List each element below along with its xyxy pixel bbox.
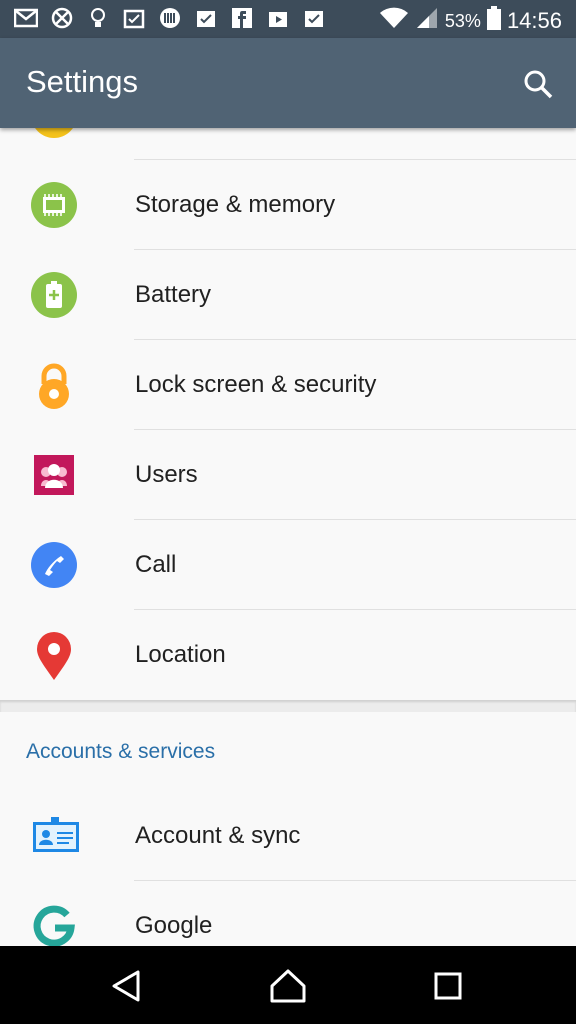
settings-item-label: Account & sync (135, 822, 301, 849)
calendar-icon (122, 6, 146, 30)
settings-item-lock-screen[interactable]: Lock screen & security (0, 340, 576, 430)
settings-item-label: Call (135, 551, 177, 578)
location-pin-icon (31, 632, 77, 680)
recents-icon[interactable] (428, 966, 468, 1006)
facebook-icon (230, 6, 254, 30)
settings-item-call[interactable]: Call (0, 520, 576, 610)
back-icon[interactable] (108, 966, 148, 1006)
settings-item-label: Storage & memory (135, 191, 336, 218)
home-icon[interactable] (268, 966, 308, 1006)
settings-item-storage[interactable]: Storage & memory (0, 160, 576, 250)
google-icon (31, 903, 77, 949)
section-divider (0, 700, 576, 712)
account-card-icon (31, 813, 79, 859)
page-title: Settings (26, 64, 139, 99)
device-card: Storage & memory Battery Lock screen & s… (0, 114, 576, 700)
settings-item-label: Users (135, 461, 198, 488)
bulb-icon (86, 6, 110, 30)
battery-percent: 53% (444, 10, 481, 31)
lock-icon (31, 362, 77, 409)
section-header: Accounts & services (0, 712, 576, 791)
barcode-icon (158, 6, 182, 30)
call-icon (31, 542, 77, 588)
battery-icon (31, 272, 77, 318)
settings-list: Storage & memory Battery Lock screen & s… (0, 114, 576, 971)
settings-item-battery[interactable]: Battery (0, 250, 576, 340)
clock: 14:56 (506, 8, 562, 33)
accounts-card: Accounts & services Account & sync Googl… (0, 712, 576, 971)
battery-status-icon (486, 6, 501, 36)
navigation-bar (0, 946, 576, 1024)
signal-icon (415, 6, 439, 36)
cross-app-icon (50, 6, 74, 30)
settings-item-users[interactable]: Users (0, 430, 576, 520)
clipboard-check-icon (302, 6, 326, 30)
notification-icons (14, 6, 326, 30)
storage-icon (31, 182, 77, 228)
partial-item[interactable] (0, 114, 576, 160)
section-header-label: Accounts & services (26, 740, 216, 763)
clipboard-icon (194, 6, 218, 30)
settings-item-label: Location (135, 641, 226, 668)
wifi-icon (379, 6, 409, 36)
search-icon[interactable] (522, 68, 554, 100)
status-bar: 53% 14:56 (0, 0, 576, 38)
settings-item-label: Battery (135, 281, 212, 308)
settings-item-account-sync[interactable]: Account & sync (0, 791, 576, 881)
gmail-icon (14, 6, 38, 30)
status-right: 53% 14:56 (379, 6, 562, 36)
settings-item-location[interactable]: Location (0, 610, 576, 700)
app-bar: Settings (0, 38, 576, 128)
users-icon (31, 452, 77, 498)
settings-item-label: Lock screen & security (135, 371, 377, 398)
video-icon (266, 6, 290, 30)
